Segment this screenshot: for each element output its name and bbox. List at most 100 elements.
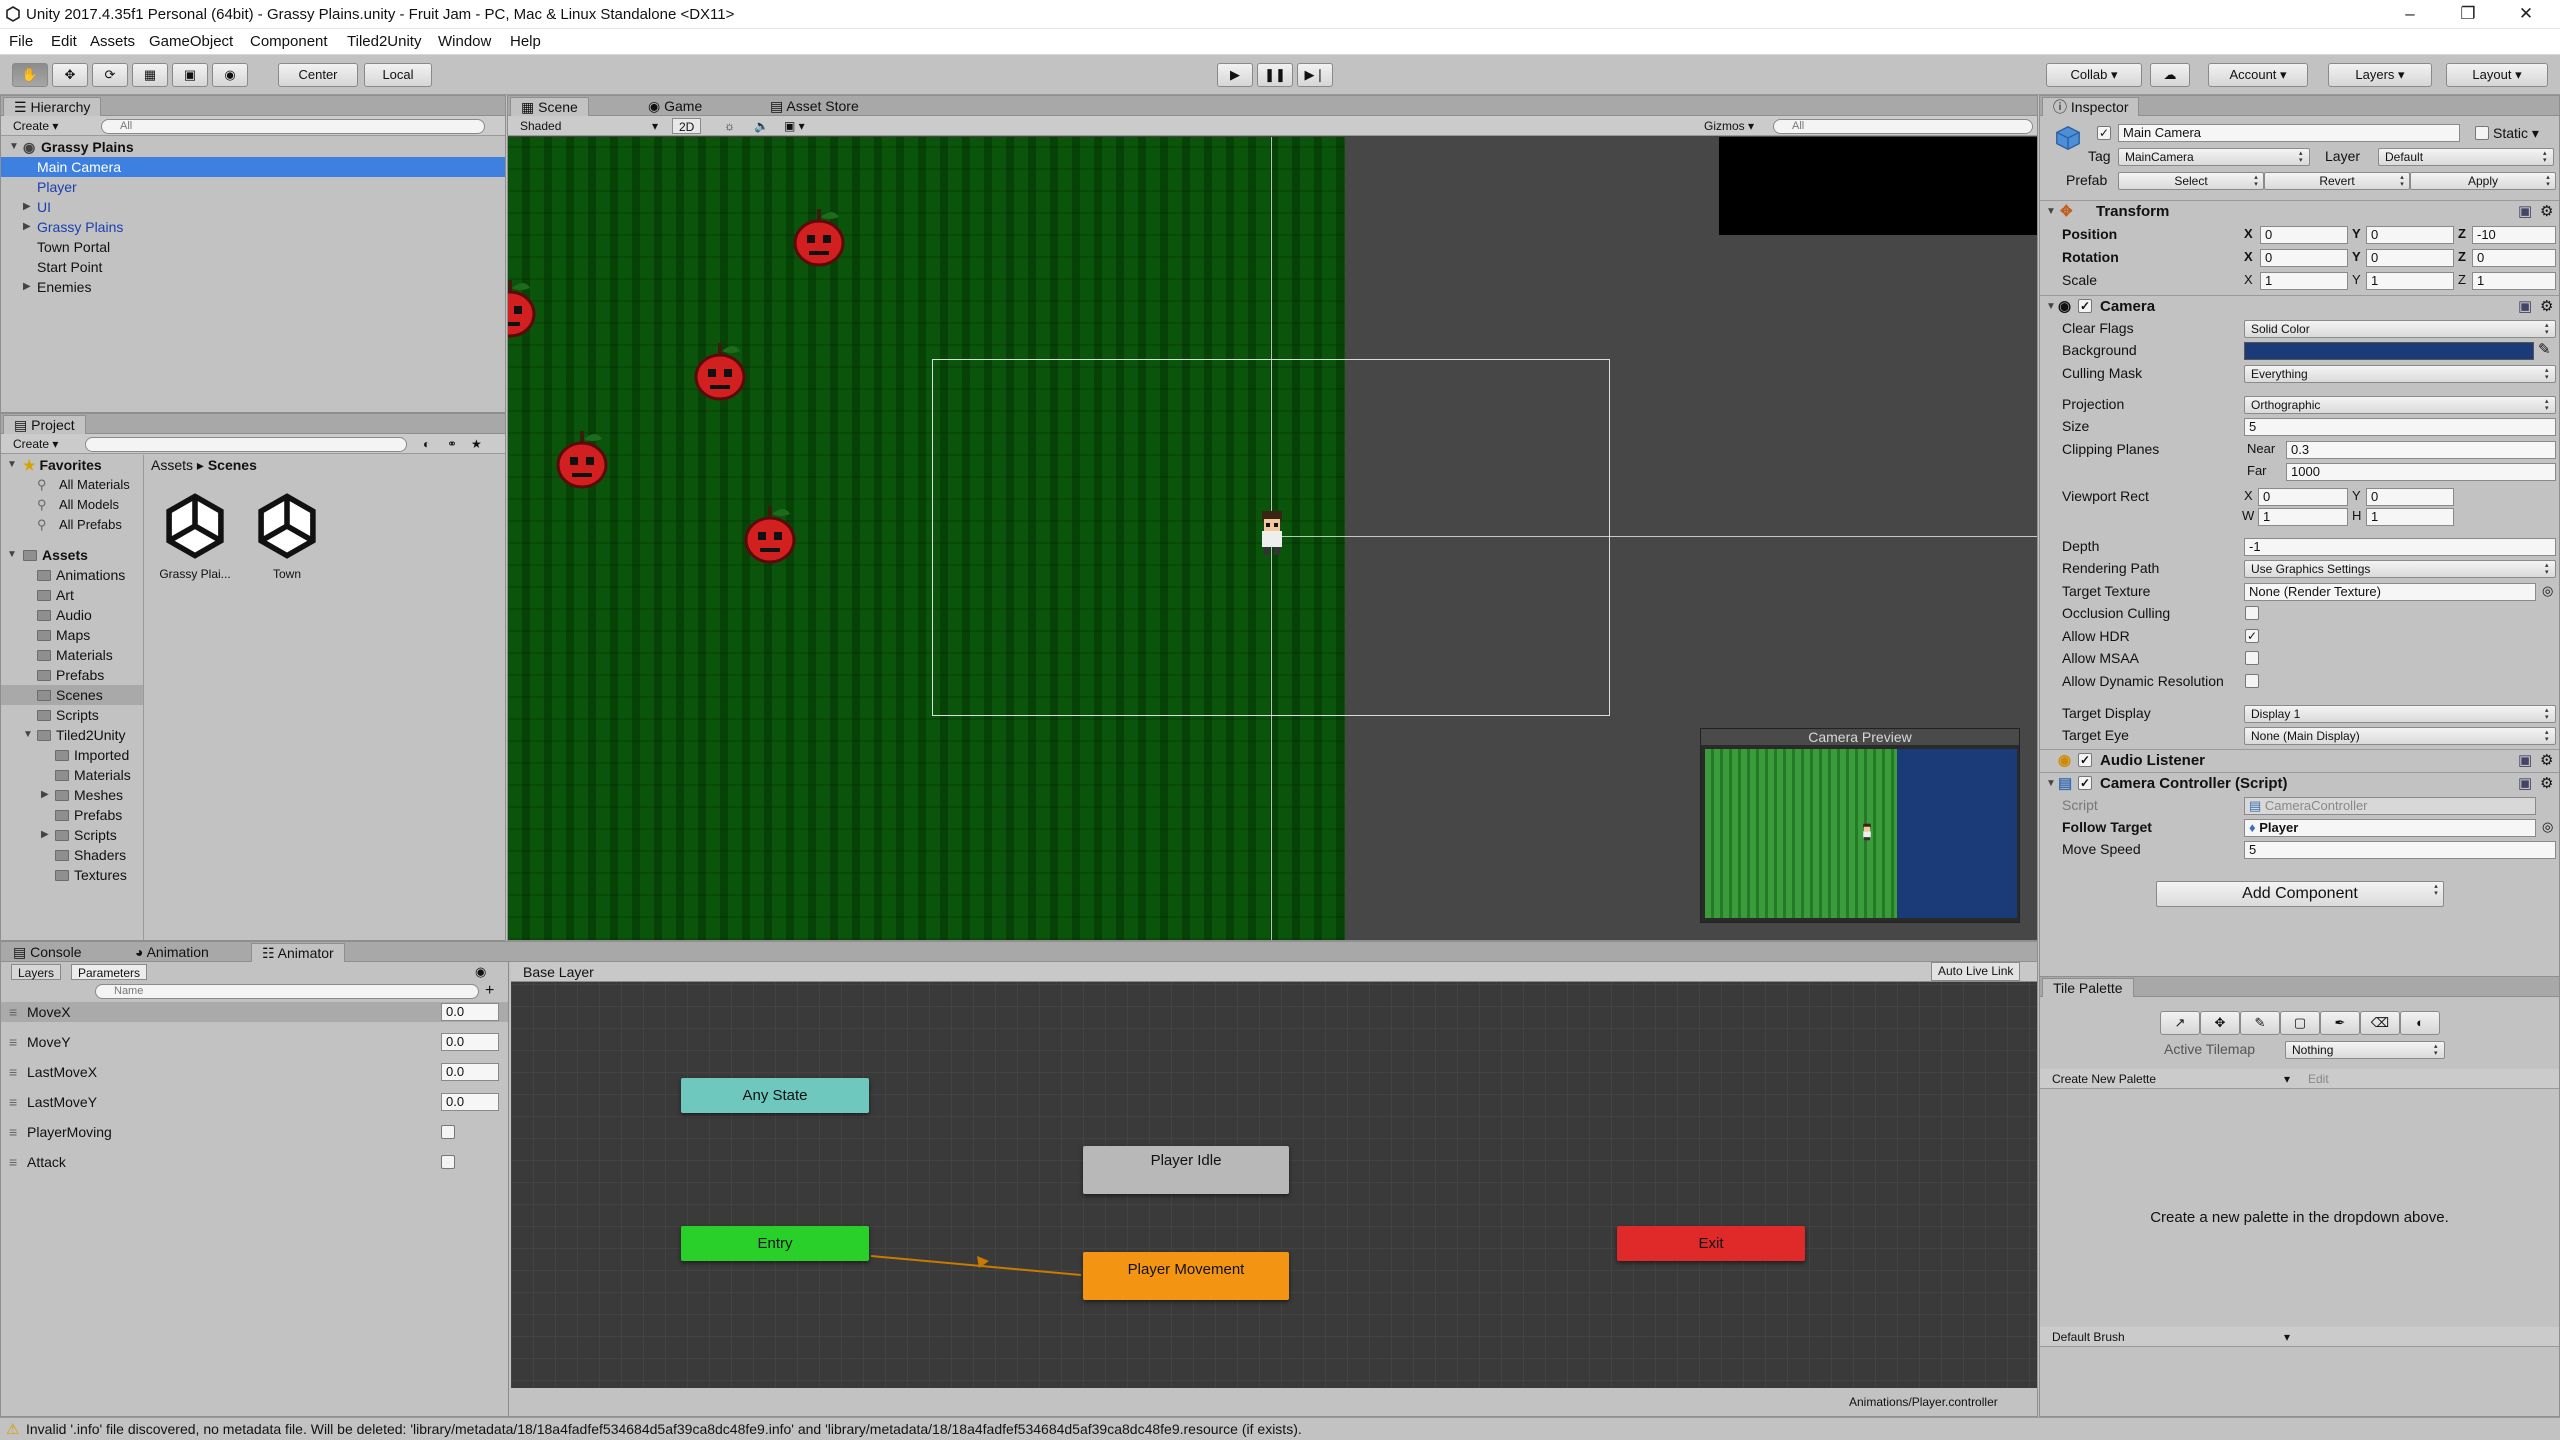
- culling-mask-dropdown[interactable]: Everything: [2244, 365, 2556, 383]
- collapsed-icon[interactable]: ▶: [23, 197, 31, 217]
- play-button[interactable]: ▶: [1217, 63, 1253, 87]
- help-icon[interactable]: ▣: [2518, 750, 2532, 772]
- audio-listener-checkbox[interactable]: ✓: [2078, 753, 2092, 767]
- help-icon[interactable]: ▣: [2518, 201, 2532, 223]
- scene-file-town[interactable]: Town: [247, 489, 327, 581]
- layout-dropdown[interactable]: Layout ▾: [2446, 63, 2548, 87]
- far-field[interactable]: 1000: [2286, 463, 2556, 481]
- maximize-icon[interactable]: ❐: [2448, 2, 2488, 26]
- asset-folder[interactable]: ▶ Scripts: [1, 825, 143, 845]
- projection-dropdown[interactable]: Orthographic: [2244, 396, 2556, 414]
- player-sprite[interactable]: [1254, 509, 1290, 557]
- audio-listener-header[interactable]: ◉ ✓ Audio Listener ▣ ⚙: [2040, 749, 2559, 771]
- parameter-row[interactable]: ≡ LastMoveX 0.0: [1, 1062, 508, 1082]
- follow-target-field[interactable]: ♦ Player: [2244, 819, 2536, 837]
- near-field[interactable]: 0.3: [2286, 441, 2556, 459]
- rendering-path-dropdown[interactable]: Use Graphics Settings: [2244, 560, 2556, 578]
- parameters-tab[interactable]: Parameters: [71, 964, 148, 980]
- effects-icon[interactable]: ▣ ▾: [778, 118, 811, 134]
- hierarchy-create-button[interactable]: Create ▾: [7, 118, 64, 134]
- target-texture-field[interactable]: None (Render Texture): [2244, 583, 2536, 601]
- apple-enemy[interactable]: [688, 339, 752, 403]
- favorite-star-icon[interactable]: ★: [465, 436, 488, 452]
- asset-folder[interactable]: ▶ Meshes: [1, 785, 143, 805]
- project-create-button[interactable]: Create ▾: [7, 436, 64, 452]
- scene-viewport[interactable]: Camera Preview: [508, 137, 2037, 940]
- collapsed-icon[interactable]: ▶: [41, 785, 49, 805]
- scale-x-field[interactable]: 1: [2260, 272, 2348, 290]
- brush-dropdown[interactable]: Default Brush ▾: [2046, 1329, 2296, 1345]
- active-checkbox[interactable]: ✓: [2097, 126, 2111, 140]
- menu-edit[interactable]: Edit: [51, 33, 77, 50]
- parameter-value-field[interactable]: 0.0: [441, 1063, 499, 1081]
- asset-folder[interactable]: Prefabs: [1, 665, 143, 685]
- apple-enemy[interactable]: [550, 427, 614, 491]
- clear-flags-dropdown[interactable]: Solid Color: [2244, 320, 2556, 338]
- object-picker-icon[interactable]: ◎: [2542, 583, 2553, 599]
- tab-scene[interactable]: ▦ Scene: [510, 97, 589, 116]
- select-tool-icon[interactable]: ↗: [2160, 1011, 2200, 1035]
- pivot-toggle[interactable]: Center: [278, 63, 358, 87]
- camera-controller-header[interactable]: ▼ ▤ ✓ Camera Controller (Script) ▣ ⚙: [2040, 772, 2559, 794]
- apple-enemy[interactable]: [787, 205, 851, 269]
- help-icon[interactable]: ▣: [2518, 773, 2532, 795]
- gear-icon[interactable]: ⚙: [2540, 750, 2553, 772]
- layers-tab[interactable]: Layers: [11, 964, 62, 980]
- box-fill-icon[interactable]: ▢: [2280, 1011, 2320, 1035]
- filter-label-icon[interactable]: ⚭: [441, 436, 463, 452]
- scene-header[interactable]: ▼ ◉ Grassy Plains: [1, 137, 505, 157]
- asset-folder[interactable]: Art: [1, 585, 143, 605]
- create-palette-dropdown[interactable]: Create New Palette ▾: [2046, 1071, 2296, 1087]
- expand-icon[interactable]: ▼: [7, 545, 17, 565]
- transform-tool-icon[interactable]: ◉: [212, 63, 248, 87]
- account-dropdown[interactable]: Account ▾: [2208, 63, 2308, 87]
- menu-file[interactable]: File: [9, 33, 33, 50]
- eyedropper-icon[interactable]: ✎: [2538, 340, 2551, 358]
- gear-icon[interactable]: ⚙: [2540, 201, 2553, 223]
- project-search-input[interactable]: [85, 437, 407, 452]
- drag-handle-icon[interactable]: ≡: [9, 1002, 17, 1022]
- eraser-icon[interactable]: ⌫: [2360, 1011, 2400, 1035]
- asset-folder[interactable]: Maps: [1, 625, 143, 645]
- object-name-field[interactable]: Main Camera: [2118, 124, 2460, 142]
- menu-gameobject[interactable]: GameObject: [149, 33, 233, 50]
- filter-type-icon[interactable]: ◐: [417, 436, 436, 452]
- scale-z-field[interactable]: 1: [2472, 272, 2556, 290]
- background-color-swatch[interactable]: [2244, 342, 2534, 360]
- apple-enemy[interactable]: [738, 502, 802, 566]
- hierarchy-item-grassy-plains[interactable]: ▶ Grassy Plains: [1, 217, 505, 237]
- apple-enemy[interactable]: [508, 276, 542, 340]
- favorite-item[interactable]: ⚲ All Materials: [1, 475, 143, 495]
- player-movement-node[interactable]: Player Movement: [1083, 1252, 1289, 1300]
- breadcrumb-assets[interactable]: Assets: [151, 457, 193, 473]
- tab-animator[interactable]: ☷ Animator: [251, 943, 345, 962]
- occlusion-culling-checkbox[interactable]: [2245, 606, 2259, 620]
- depth-field[interactable]: -1: [2244, 538, 2556, 556]
- parameter-row[interactable]: ≡ LastMoveY 0.0: [1, 1092, 508, 1112]
- rect-tool-icon[interactable]: ▣: [172, 63, 208, 87]
- active-tilemap-dropdown[interactable]: Nothing: [2285, 1041, 2445, 1059]
- hierarchy-item-main-camera[interactable]: Main Camera: [1, 157, 505, 177]
- favorite-item[interactable]: ⚲ All Models: [1, 495, 143, 515]
- prefab-select-button[interactable]: Select: [2118, 172, 2264, 190]
- drag-handle-icon[interactable]: ≡: [9, 1062, 17, 1082]
- viewport-x-field[interactable]: 0: [2258, 488, 2348, 506]
- layers-dropdown[interactable]: Layers ▾: [2328, 63, 2432, 87]
- parameter-trigger-checkbox[interactable]: [441, 1155, 455, 1169]
- favorite-item[interactable]: ⚲ All Prefabs: [1, 515, 143, 535]
- static-label[interactable]: Static ▾: [2493, 123, 2539, 143]
- paint-brush-icon[interactable]: ✎: [2240, 1011, 2280, 1035]
- entry-node[interactable]: Entry: [681, 1226, 869, 1261]
- gear-icon[interactable]: ⚙: [2540, 773, 2553, 795]
- parameter-row[interactable]: ≡ PlayerMoving: [1, 1122, 508, 1142]
- parameter-row[interactable]: ≡ MoveX 0.0: [1, 1002, 508, 1022]
- audio-icon[interactable]: 🔈: [748, 118, 775, 134]
- mode-2d-toggle[interactable]: 2D: [672, 118, 702, 134]
- asset-folder-selected[interactable]: Scenes: [1, 685, 143, 705]
- position-x-field[interactable]: 0: [2260, 226, 2348, 244]
- scale-y-field[interactable]: 1: [2366, 272, 2454, 290]
- target-eye-dropdown[interactable]: None (Main Display): [2244, 727, 2556, 745]
- viewport-y-field[interactable]: 0: [2366, 488, 2454, 506]
- asset-folder[interactable]: ▼ Tiled2Unity: [1, 725, 143, 745]
- layer-dropdown[interactable]: Default: [2378, 148, 2554, 166]
